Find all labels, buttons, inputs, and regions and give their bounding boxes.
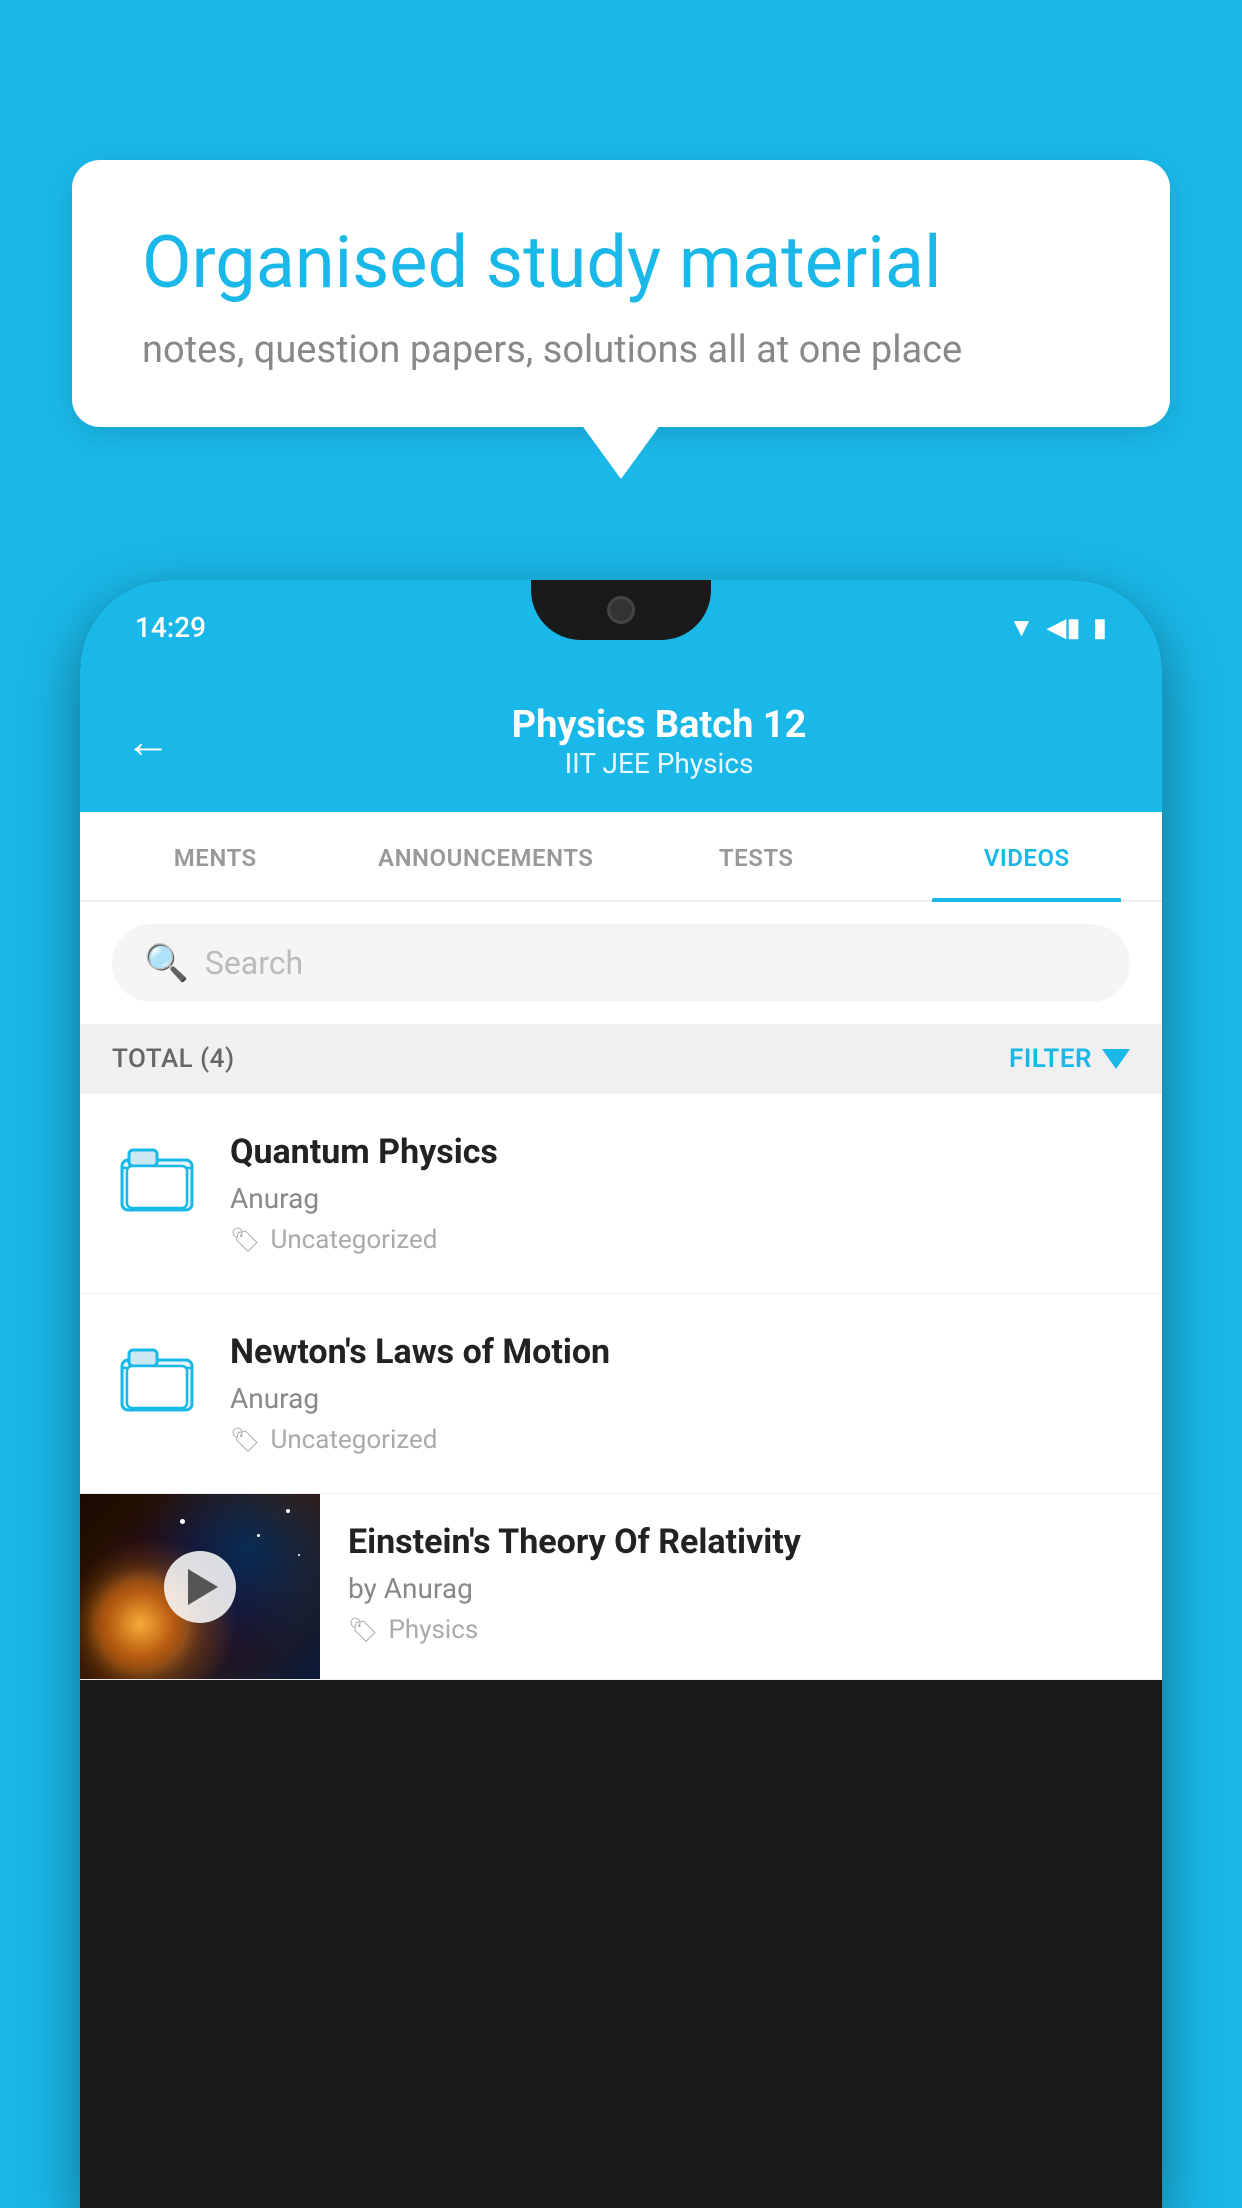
camera-lens <box>607 596 635 624</box>
search-bar[interactable]: 🔍 Search <box>112 924 1130 1002</box>
folder-icon-container <box>112 1332 202 1422</box>
status-time: 14:29 <box>135 611 206 644</box>
speech-bubble: Organised study material notes, question… <box>72 160 1170 427</box>
list-item[interactable]: Quantum Physics Anurag 🏷 Uncategorized <box>80 1094 1162 1294</box>
folder-icon-container <box>112 1132 202 1222</box>
filter-bar: TOTAL (4) FILTER <box>80 1024 1162 1094</box>
search-icon: 🔍 <box>144 942 189 984</box>
list-item-content: Quantum Physics Anurag 🏷 Uncategorized <box>230 1132 1130 1255</box>
battery-icon: ▮ <box>1093 613 1107 643</box>
speech-bubble-subtitle: notes, question papers, solutions all at… <box>142 328 1100 372</box>
video-title: Einstein's Theory Of Relativity <box>348 1522 1134 1562</box>
tag-label: Uncategorized <box>270 1225 437 1255</box>
item-title: Newton's Laws of Motion <box>230 1332 1130 1372</box>
status-icons: ▼ ◀▮ ▮ <box>1009 612 1107 643</box>
content-list: Quantum Physics Anurag 🏷 Uncategorized <box>80 1094 1162 1680</box>
list-item[interactable]: Newton's Laws of Motion Anurag 🏷 Uncateg… <box>80 1294 1162 1494</box>
batch-subtitle: IIT JEE Physics <box>201 747 1117 780</box>
star <box>298 1554 300 1556</box>
filter-label: FILTER <box>1009 1044 1092 1074</box>
item-author: Anurag <box>230 1182 1130 1215</box>
tabs-bar: MENTS ANNOUNCEMENTS TESTS VIDEOS <box>80 812 1162 902</box>
phone-notch <box>531 580 711 640</box>
item-tag: 🏷 Uncategorized <box>230 1225 1130 1255</box>
wifi-icon: ▼ <box>1009 612 1035 643</box>
status-bar: 14:29 ▼ ◀▮ ▮ <box>80 580 1162 675</box>
play-button[interactable] <box>164 1551 236 1623</box>
tag-label: Physics <box>388 1615 478 1645</box>
star <box>257 1534 260 1537</box>
batch-title: Physics Batch 12 <box>201 703 1117 747</box>
list-item-video[interactable]: Einstein's Theory Of Relativity by Anura… <box>80 1494 1162 1680</box>
item-author: Anurag <box>230 1382 1130 1415</box>
header-title-block: Physics Batch 12 IIT JEE Physics <box>201 703 1117 780</box>
tab-announcements[interactable]: ANNOUNCEMENTS <box>351 812 622 900</box>
folder-icon <box>117 1340 197 1415</box>
search-container: 🔍 Search <box>80 902 1162 1024</box>
star <box>180 1519 185 1524</box>
video-tag: 🏷 Physics <box>348 1615 1134 1645</box>
tab-ments[interactable]: MENTS <box>80 812 351 900</box>
play-triangle-icon <box>188 1569 218 1605</box>
video-thumbnail <box>80 1494 320 1679</box>
speech-bubble-title: Organised study material <box>142 220 1100 306</box>
tag-icon: 🏷 <box>230 1226 260 1254</box>
video-author: by Anurag <box>348 1572 1134 1605</box>
tab-tests[interactable]: TESTS <box>621 812 892 900</box>
app-header: ← Physics Batch 12 IIT JEE Physics <box>80 675 1162 812</box>
tag-label: Uncategorized <box>270 1425 437 1455</box>
folder-icon <box>117 1140 197 1215</box>
filter-button[interactable]: FILTER <box>1009 1044 1130 1074</box>
filter-icon <box>1102 1049 1130 1069</box>
tag-icon: 🏷 <box>230 1426 260 1454</box>
item-title: Quantum Physics <box>230 1132 1130 1172</box>
total-count: TOTAL (4) <box>112 1044 235 1074</box>
back-button[interactable]: ← <box>125 714 171 769</box>
item-tag: 🏷 Uncategorized <box>230 1425 1130 1455</box>
star <box>286 1509 290 1513</box>
tag-icon: 🏷 <box>348 1616 378 1644</box>
video-content: Einstein's Theory Of Relativity by Anura… <box>320 1494 1162 1673</box>
tab-videos[interactable]: VIDEOS <box>892 812 1163 900</box>
signal-icon: ◀▮ <box>1046 613 1080 643</box>
phone-frame: 14:29 ▼ ◀▮ ▮ ← Physics Batch 12 IIT JEE … <box>80 580 1162 2208</box>
search-input[interactable]: Search <box>205 944 303 982</box>
list-item-content: Newton's Laws of Motion Anurag 🏷 Uncateg… <box>230 1332 1130 1455</box>
